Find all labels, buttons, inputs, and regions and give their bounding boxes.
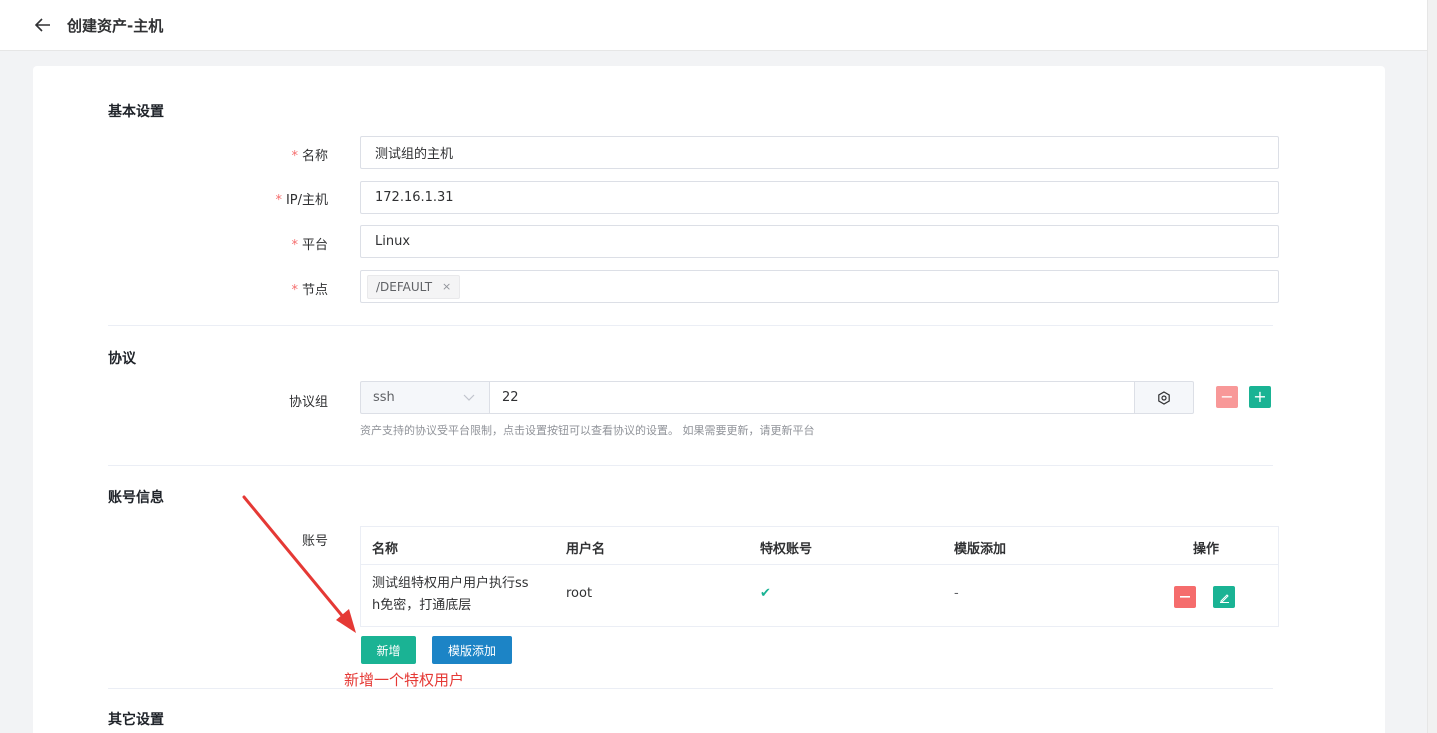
table-header: 名称 用户名 特权账号 模版添加 操作 (361, 527, 1278, 565)
ip-label: * IP/主机 (275, 193, 328, 208)
add-account-button[interactable]: 新增 (361, 636, 416, 664)
page-title: 创建资产-主机 (67, 16, 164, 35)
top-bar: 创建资产-主机 (0, 0, 1427, 51)
add-protocol-button[interactable]: + (1249, 386, 1271, 408)
back-arrow-icon[interactable] (33, 15, 53, 35)
protocol-row: ssh 22 (360, 381, 1194, 414)
node-label: * 节点 (291, 283, 328, 298)
node-select[interactable]: /DEFAULT × (360, 270, 1279, 303)
account-name-cell: 测试组特权用户用户执行ss h免密，打通底层 (372, 576, 529, 613)
column-header-username: 用户名 (566, 542, 606, 557)
section-title-account: 账号信息 (108, 490, 164, 506)
form-card: 基本设置 * 名称 测试组的主机 * IP/主机 172.16.1.31 * 平台 L… (33, 66, 1385, 733)
account-username-cell: root (566, 586, 593, 601)
protocol-type-select[interactable]: ssh (360, 381, 489, 414)
edit-account-button[interactable] (1213, 586, 1235, 608)
protocol-hint: 资产支持的协议受平台限制，点击设置按钮可以查看协议的设置。 如果需要更新，请更新… (360, 424, 815, 437)
column-header-actions: 操作 (1193, 542, 1220, 557)
minus-icon (1180, 596, 1190, 598)
ip-input[interactable]: 172.16.1.31 (360, 181, 1279, 214)
scrollbar[interactable] (1427, 0, 1437, 733)
template-add-button[interactable]: 模版添加 (432, 636, 512, 664)
edit-icon (1219, 593, 1229, 603)
remove-protocol-button[interactable]: − (1216, 386, 1238, 408)
check-icon: ✔ (760, 586, 771, 601)
tag-close-icon[interactable]: × (442, 280, 451, 293)
platform-select[interactable]: Linux (360, 225, 1279, 258)
table-row: 测试组特权用户用户执行ss h免密，打通底层 root ✔ - (361, 565, 1278, 626)
section-title-protocol: 协议 (108, 351, 136, 367)
delete-account-button[interactable] (1174, 586, 1196, 608)
protocol-label: 协议组 (288, 395, 328, 410)
column-header-privileged: 特权账号 (760, 542, 813, 557)
account-template-cell: - (954, 586, 959, 601)
column-header-name: 名称 (372, 542, 399, 557)
column-header-template: 模版添加 (954, 542, 1007, 557)
chevron-down-icon (463, 394, 475, 401)
section-title-basic: 基本设置 (108, 104, 164, 120)
protocol-settings-button[interactable] (1134, 381, 1194, 414)
gear-icon (1158, 390, 1170, 405)
name-label: * 名称 (291, 149, 328, 164)
minus-icon: − (1220, 387, 1234, 406)
divider (108, 465, 1273, 466)
divider (108, 325, 1273, 326)
annotation-text: 新增一个特权用户 (344, 671, 465, 689)
section-title-other: 其它设置 (108, 712, 164, 728)
plus-icon: + (1253, 387, 1267, 406)
protocol-port-input[interactable]: 22 (489, 381, 1134, 414)
divider (108, 688, 1273, 689)
account-label: 账号 (301, 534, 328, 549)
account-table: 名称 用户名 特权账号 模版添加 操作 测试组特权用户用户执行ss h免密，打通… (360, 526, 1279, 627)
name-input[interactable]: 测试组的主机 (360, 136, 1279, 169)
platform-label: * 平台 (291, 238, 328, 253)
node-tag: /DEFAULT × (367, 274, 461, 299)
